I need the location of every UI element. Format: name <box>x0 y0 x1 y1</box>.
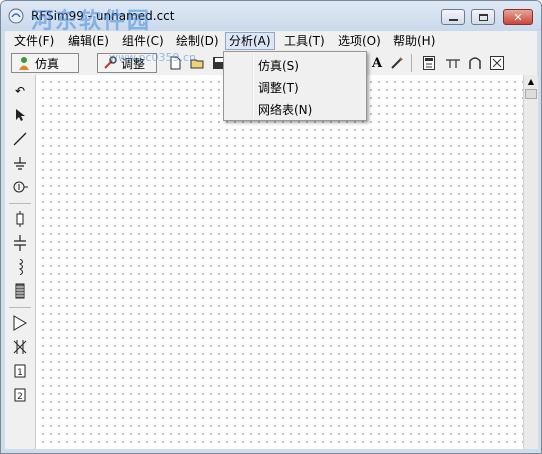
menu-help[interactable]: 帮助(H) <box>390 33 438 49</box>
menu-item-tune[interactable]: 调整(T) <box>258 79 299 96</box>
calculator-icon[interactable] <box>421 55 437 71</box>
minimize-icon <box>448 19 458 21</box>
analysis-dropdown-menu: 仿真(S) 调整(T) 网络表(N) <box>223 51 367 121</box>
pen-icon[interactable] <box>389 55 405 71</box>
menu-item-netlist[interactable]: 网络表(N) <box>258 101 312 118</box>
app-icon <box>8 8 24 24</box>
transformer-icon[interactable] <box>12 339 28 355</box>
title-bar[interactable]: RFSim99 - unnamed.cct 河东软件园 ✕ <box>1 1 541 34</box>
smith-chart-icon[interactable] <box>489 55 505 71</box>
new-file-icon[interactable] <box>167 55 183 71</box>
pointer-icon[interactable] <box>12 107 28 123</box>
rotate-icon[interactable]: ↶ <box>12 83 28 99</box>
toolbar-separator <box>9 203 31 204</box>
menu-gutter <box>252 54 254 118</box>
menu-options[interactable]: 选项(O) <box>335 33 384 49</box>
wire-icon[interactable] <box>12 131 28 147</box>
open-file-icon[interactable] <box>189 55 205 71</box>
window-title: RFSim99 - unnamed.cct <box>31 9 175 23</box>
maximize-button[interactable] <box>471 9 495 25</box>
coupler-icon[interactable] <box>467 55 483 71</box>
menu-bar: 文件(F) 编辑(E) 组件(C) 绘制(D) 分析(A) 工具(T) 选项(O… <box>5 31 537 51</box>
close-button[interactable]: ✕ <box>503 9 533 25</box>
resistor-icon[interactable] <box>12 211 28 227</box>
minimize-button[interactable] <box>441 9 465 25</box>
text-tool-icon[interactable]: A <box>369 55 385 71</box>
menu-components[interactable]: 组件(C) <box>119 33 167 49</box>
menu-draw[interactable]: 绘制(D) <box>173 33 222 49</box>
close-icon: ✕ <box>513 10 523 24</box>
simulate-icon <box>19 57 29 70</box>
maximize-icon <box>478 13 488 21</box>
menu-edit[interactable]: 编辑(E) <box>65 33 112 49</box>
menu-file[interactable]: 文件(F) <box>11 33 57 49</box>
ground-icon[interactable] <box>12 155 28 171</box>
port2-icon[interactable]: 2 <box>12 387 28 403</box>
scroll-up-icon[interactable]: ▲ <box>526 77 536 87</box>
transmission-line-icon[interactable] <box>12 283 28 299</box>
app-window: RFSim99 - unnamed.cct 河东软件园 ✕ 文件(F) 编辑(E… <box>0 0 542 454</box>
stub-icon[interactable] <box>445 55 461 71</box>
capacitor-icon[interactable] <box>12 235 28 251</box>
scroll-thumb[interactable] <box>525 89 537 99</box>
tune-icon <box>104 56 117 69</box>
vertical-scrollbar[interactable]: ▲ <box>523 75 538 449</box>
menu-analysis[interactable]: 分析(A) <box>225 32 275 50</box>
tune-label: 调整 <box>121 56 146 71</box>
port1-icon[interactable]: 1 <box>12 363 28 379</box>
svg-text:1: 1 <box>17 368 23 378</box>
component-toolbar: ↶ 1 2 <box>5 75 36 449</box>
menu-item-simulate[interactable]: 仿真(S) <box>258 57 299 74</box>
simulate-button[interactable]: 仿真 <box>11 53 79 73</box>
simulate-label: 仿真 <box>35 56 60 71</box>
inductor-icon[interactable] <box>12 259 28 275</box>
menu-tools[interactable]: 工具(T) <box>281 33 328 49</box>
svg-text:2: 2 <box>17 392 23 402</box>
toolbar-separator <box>411 54 412 72</box>
amplifier-icon[interactable] <box>12 315 28 331</box>
schematic-canvas[interactable] <box>36 75 523 449</box>
tune-button[interactable]: 调整 <box>97 53 157 73</box>
source-icon[interactable] <box>12 179 28 195</box>
toolbar-separator <box>9 307 31 308</box>
